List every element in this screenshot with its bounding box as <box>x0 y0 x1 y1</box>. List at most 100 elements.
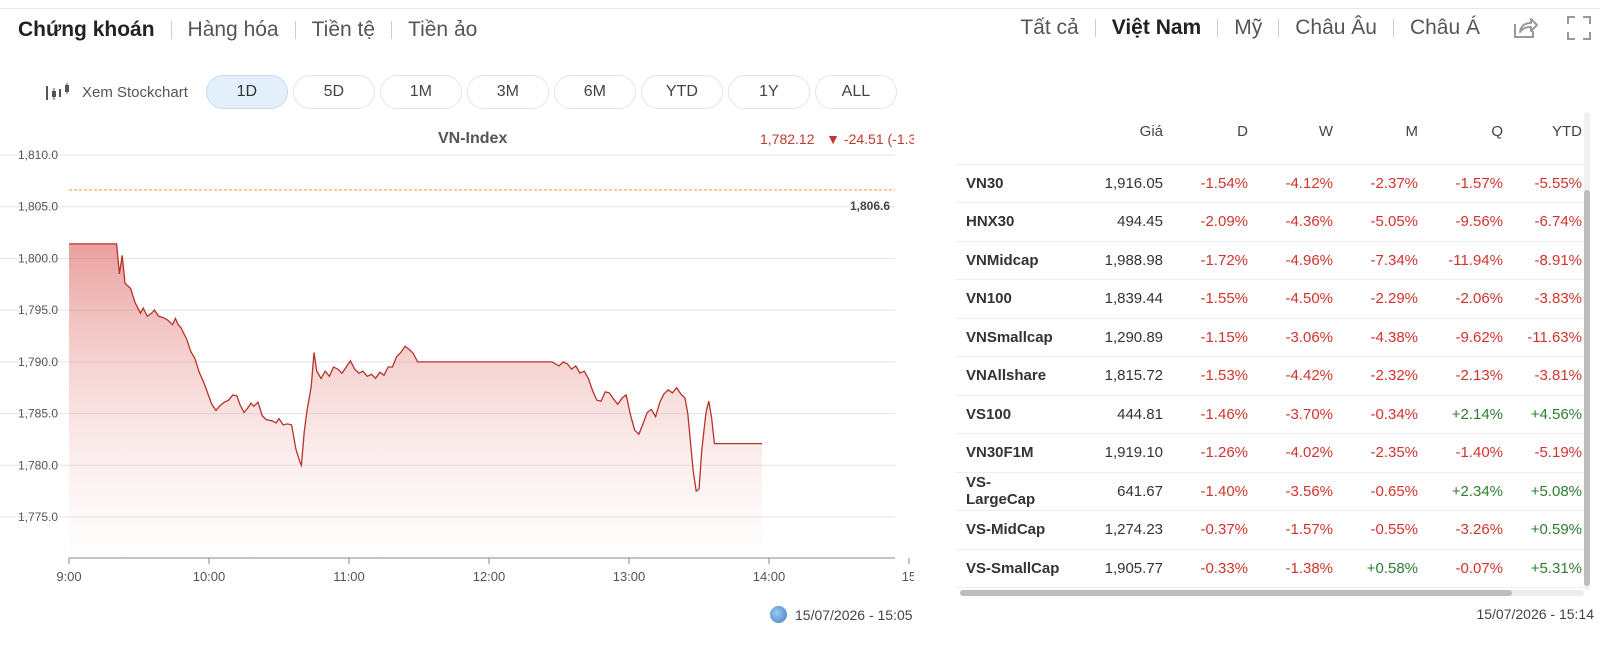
vertical-scroll-thumb[interactable] <box>1584 190 1590 586</box>
index-name[interactable]: VS-MidCap <box>956 510 1068 550</box>
range-1y-button[interactable]: 1Y <box>727 75 810 109</box>
table-horizontal-scrollbar[interactable] <box>960 590 1584 596</box>
change-d: -2.09% <box>1171 202 1256 242</box>
index-price: 494.45 <box>1068 202 1171 242</box>
change-q: -2.06% <box>1426 279 1511 319</box>
range-all-button[interactable]: ALL <box>814 75 897 109</box>
change-ytd: -5.55% <box>1511 164 1590 203</box>
change-ytd: -6.74% <box>1511 202 1590 242</box>
table-row[interactable]: VN100 1,839.44 -1.55% -4.50% -2.29% -2.06% -3.… <box>956 279 1590 319</box>
change-d: -1.54% <box>1171 164 1256 203</box>
fullscreen-icon[interactable] <box>1564 13 1594 43</box>
index-name[interactable]: VS-LargeCap <box>956 472 1068 511</box>
region-tab-vietnam[interactable]: Việt Nam <box>1096 16 1218 40</box>
range-5d-button[interactable]: 5D <box>292 75 375 109</box>
vn-index-chart[interactable]: 1,810.0 1,805.0 1,800.0 1,795.0 1,790.0 1,785… <box>0 145 914 595</box>
index-price: 1,839.44 <box>1068 279 1171 319</box>
col-header-q[interactable]: Q <box>1426 112 1511 150</box>
change-ytd: +0.59% <box>1511 510 1590 550</box>
table-header-row: Giá D W M Q YTD <box>956 112 1590 150</box>
table-row[interactable]: VN30 1,916.05 -1.54% -4.12% -2.37% -1.57% -5.5… <box>956 164 1590 203</box>
change-d: -1.26% <box>1171 433 1256 473</box>
index-price: 1,274.23 <box>1068 510 1171 550</box>
table-row[interactable]: VNSmallcap 1,290.89 -1.15% -3.06% -4.38% -9.6… <box>956 318 1590 357</box>
col-header-d[interactable]: D <box>1171 112 1256 150</box>
tab-hang-hoa[interactable]: Hàng hóa <box>172 18 295 42</box>
change-m: -5.05% <box>1341 202 1426 242</box>
candlestick-icon <box>46 83 69 100</box>
index-name[interactable]: VS-SmallCap <box>956 549 1068 588</box>
change-w: -1.57% <box>1256 510 1341 550</box>
y-tick-label: 1,805.0 <box>18 200 58 214</box>
range-6m-button[interactable]: 6M <box>553 75 636 109</box>
change-m: -2.32% <box>1341 356 1426 396</box>
x-tick-label: 15 <box>902 569 914 584</box>
index-name[interactable]: VS100 <box>956 395 1068 434</box>
top-divider <box>0 8 1600 9</box>
region-tab-asia[interactable]: Châu Á <box>1394 16 1496 40</box>
index-name[interactable]: HNX30 <box>956 202 1068 242</box>
change-q: -2.13% <box>1426 356 1511 396</box>
col-header-m[interactable]: M <box>1341 112 1426 150</box>
category-tabs: Chứng khoán Hàng hóa Tiền tệ Tiền ảo <box>18 16 493 44</box>
horizontal-scroll-thumb[interactable] <box>960 590 1512 596</box>
table-row[interactable]: VNMidcap 1,988.98 -1.72% -4.96% -7.34% -11.94… <box>956 241 1590 280</box>
change-ytd: +5.31% <box>1511 549 1590 588</box>
y-tick-label: 1,785.0 <box>18 407 58 421</box>
range-1d-button[interactable]: 1D <box>205 75 288 109</box>
clipped-row <box>956 150 1590 165</box>
change-q: +2.34% <box>1426 472 1511 511</box>
index-name[interactable]: VN30 <box>956 164 1068 203</box>
x-tick-label: 12:00 <box>473 569 506 584</box>
index-name[interactable]: VNAllshare <box>956 356 1068 396</box>
table-vertical-scrollbar[interactable] <box>1584 112 1590 590</box>
index-name[interactable]: VNMidcap <box>956 241 1068 280</box>
y-tick-label: 1,810.0 <box>18 148 58 162</box>
table-row[interactable]: VN30F1M 1,919.10 -1.26% -4.02% -2.35% -1.40% -… <box>956 433 1590 473</box>
change-m: -2.29% <box>1341 279 1426 319</box>
change-ytd: -3.83% <box>1511 279 1590 319</box>
change-d: -1.72% <box>1171 241 1256 280</box>
change-d: -0.33% <box>1171 549 1256 588</box>
change-w: -3.70% <box>1256 395 1341 434</box>
index-name[interactable]: VNSmallcap <box>956 318 1068 357</box>
index-price: 641.67 <box>1068 472 1171 511</box>
col-header-ytd[interactable]: YTD <box>1511 112 1590 150</box>
region-tab-europe[interactable]: Châu Âu <box>1279 16 1393 40</box>
region-tab-all[interactable]: Tất cả <box>1004 16 1094 40</box>
change-ytd: -11.63% <box>1511 318 1590 357</box>
index-table-container: Giá D W M Q YTD VN30 1,916.05 -1.54% -4.12%… <box>956 112 1590 598</box>
x-tick-label: 9:00 <box>56 569 81 584</box>
tab-chung-khoan[interactable]: Chứng khoán <box>18 18 171 42</box>
change-q: -9.62% <box>1426 318 1511 357</box>
stockchart-label: Xem Stockchart <box>82 83 188 101</box>
change-m: -0.55% <box>1341 510 1426 550</box>
region-tab-us[interactable]: Mỹ <box>1218 16 1278 40</box>
change-w: -3.56% <box>1256 472 1341 511</box>
x-tick-label: 13:00 <box>613 569 646 584</box>
table-row[interactable]: VS-SmallCap 1,905.77 -0.33% -1.38% +0.58% -0.… <box>956 549 1590 588</box>
table-row[interactable]: VS-LargeCap 641.67 -1.40% -3.56% -0.65% +2.34… <box>956 472 1590 511</box>
change-w: -4.42% <box>1256 356 1341 396</box>
index-name[interactable]: VN100 <box>956 279 1068 319</box>
table-row[interactable]: VS100 444.81 -1.46% -3.70% -0.34% +2.14% +4.56… <box>956 395 1590 434</box>
change-q: +2.14% <box>1426 395 1511 434</box>
range-1m-button[interactable]: 1M <box>379 75 462 109</box>
change-w: -3.06% <box>1256 318 1341 357</box>
col-header-w[interactable]: W <box>1256 112 1341 150</box>
tab-tien-ao[interactable]: Tiền ảo <box>392 18 493 42</box>
table-row[interactable]: VNAllshare 1,815.72 -1.53% -4.42% -2.32% -2.1… <box>956 356 1590 396</box>
table-row[interactable]: VS-MidCap 1,274.23 -0.37% -1.57% -0.55% -3.26… <box>956 510 1590 550</box>
table-row[interactable]: HNX30 494.45 -2.09% -4.36% -5.05% -9.56% -6.74… <box>956 202 1590 242</box>
stockchart-link[interactable]: Xem Stockchart <box>44 83 188 101</box>
range-ytd-button[interactable]: YTD <box>640 75 723 109</box>
index-name[interactable]: VN30F1M <box>956 433 1068 473</box>
index-price: 1,916.05 <box>1068 164 1171 203</box>
range-3m-button[interactable]: 3M <box>466 75 549 109</box>
tab-tien-te[interactable]: Tiền tệ <box>296 18 391 42</box>
y-tick-label: 1,800.0 <box>18 251 58 265</box>
share-icon[interactable] <box>1510 13 1540 43</box>
y-tick-label: 1,775.0 <box>18 510 58 524</box>
change-m: -2.35% <box>1341 433 1426 473</box>
col-header-price[interactable]: Giá <box>1068 112 1171 150</box>
